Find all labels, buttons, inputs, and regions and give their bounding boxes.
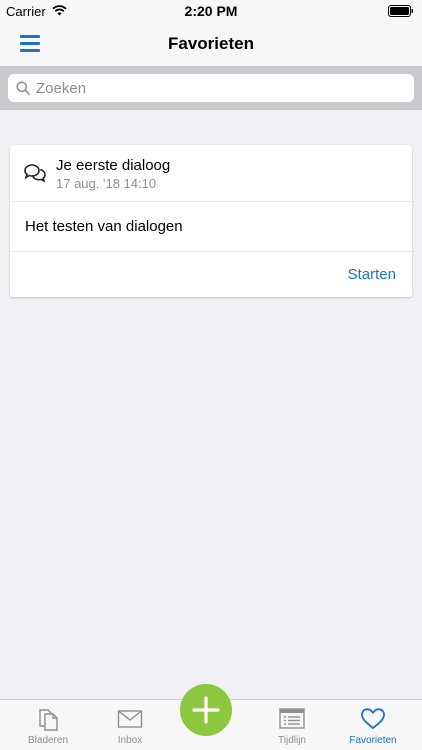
tab-bladeren[interactable]: Bladeren	[6, 700, 90, 750]
tab-label: Favorieten	[349, 735, 397, 746]
search-bar	[0, 66, 422, 110]
heart-icon	[361, 708, 385, 730]
tab-label: Bladeren	[27, 735, 69, 746]
documents-icon	[39, 709, 58, 731]
tab-inbox[interactable]: Inbox	[88, 700, 172, 750]
add-button[interactable]	[180, 684, 232, 736]
battery-icon	[388, 5, 413, 17]
search-icon	[16, 81, 30, 95]
card-header: Je eerste dialoog 17 aug. '18 14:10	[10, 145, 412, 202]
tab-label: Tijdlijn	[278, 735, 306, 746]
start-button[interactable]: Starten	[348, 266, 396, 283]
card-date: 17 aug. '18 14:10	[56, 176, 157, 191]
dialog-bubbles-icon	[24, 164, 46, 183]
tab-favorieten[interactable]: Favorieten	[331, 700, 415, 750]
card-body: Het testen van dialogen	[10, 202, 412, 252]
search-input[interactable]	[36, 78, 406, 98]
card-title: Je eerste dialoog	[56, 157, 171, 174]
card-description: Het testen van dialogen	[25, 218, 183, 235]
navigation-bar: Favorieten	[0, 22, 422, 66]
plus-icon	[192, 696, 220, 724]
status-time: 2:20 PM	[184, 3, 238, 19]
tab-tijdlijn[interactable]: Tijdlijn	[250, 700, 334, 750]
timeline-icon	[279, 708, 305, 729]
page-title: Favorieten	[168, 34, 254, 53]
status-bar: Carrier 2:20 PM	[0, 0, 422, 22]
envelope-icon	[117, 710, 143, 728]
tab-label: Inbox	[117, 735, 143, 746]
search-field[interactable]	[8, 74, 414, 102]
dialog-card[interactable]: Je eerste dialoog 17 aug. '18 14:10 Het …	[10, 145, 412, 297]
